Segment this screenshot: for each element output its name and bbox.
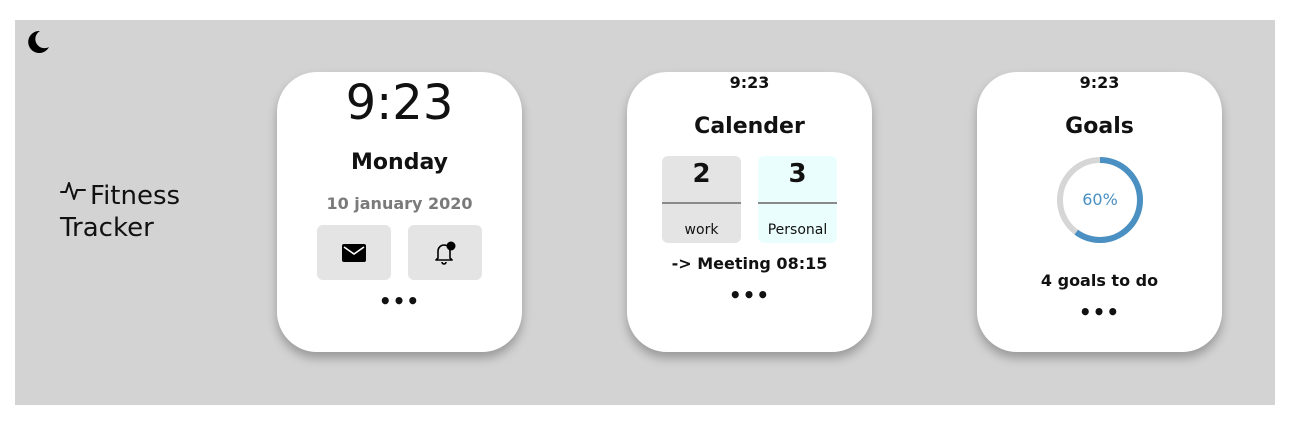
watch-calendar[interactable]: 9:23 Calender 2 work 3 Personal -> Meeti… [627, 72, 872, 352]
watch-home[interactable]: 9:23 Monday 10 january 2020 ••• [277, 72, 522, 352]
more-dots[interactable]: ••• [977, 302, 1222, 322]
more-dots[interactable]: ••• [627, 285, 872, 305]
mail-button[interactable] [317, 225, 391, 280]
calendar-box-work[interactable]: 2 work [662, 156, 741, 243]
activity-icon [60, 182, 86, 200]
brand-line2: Tracker [60, 213, 154, 243]
watch-goals[interactable]: 9:23 Goals 60% 4 goals to do ••• [977, 72, 1222, 352]
goal-progress-ring: 60% [1054, 154, 1146, 246]
notifications-button[interactable] [408, 225, 482, 280]
date-label: 10 january 2020 [326, 194, 473, 213]
progress-label: 60% [1082, 190, 1118, 209]
watch-time: 9:23 [729, 73, 770, 92]
goals-remaining: 4 goals to do [1040, 271, 1159, 290]
next-meeting: -> Meeting 08:15 [671, 254, 828, 273]
app-stage: Fitness Tracker 9:23 Monday 10 january 2… [15, 20, 1275, 405]
mail-icon [342, 243, 366, 262]
calendar-title: Calender [694, 114, 805, 139]
brand: Fitness Tracker [60, 180, 180, 244]
brand-line1: Fitness [90, 181, 181, 211]
personal-label: Personal [767, 222, 828, 238]
goals-title: Goals [1065, 114, 1134, 139]
calendar-box-personal[interactable]: 3 Personal [758, 156, 837, 243]
divider [758, 202, 837, 204]
personal-count: 3 [788, 159, 807, 189]
watch-time: 9:23 [345, 75, 454, 131]
moon-icon[interactable] [25, 29, 51, 55]
work-count: 2 [692, 159, 711, 189]
day-label: Monday [351, 150, 448, 175]
divider [662, 202, 741, 204]
more-dots[interactable]: ••• [277, 291, 522, 311]
work-label: work [684, 222, 719, 238]
watch-time: 9:23 [1079, 73, 1120, 92]
bell-notification-icon [435, 241, 456, 265]
